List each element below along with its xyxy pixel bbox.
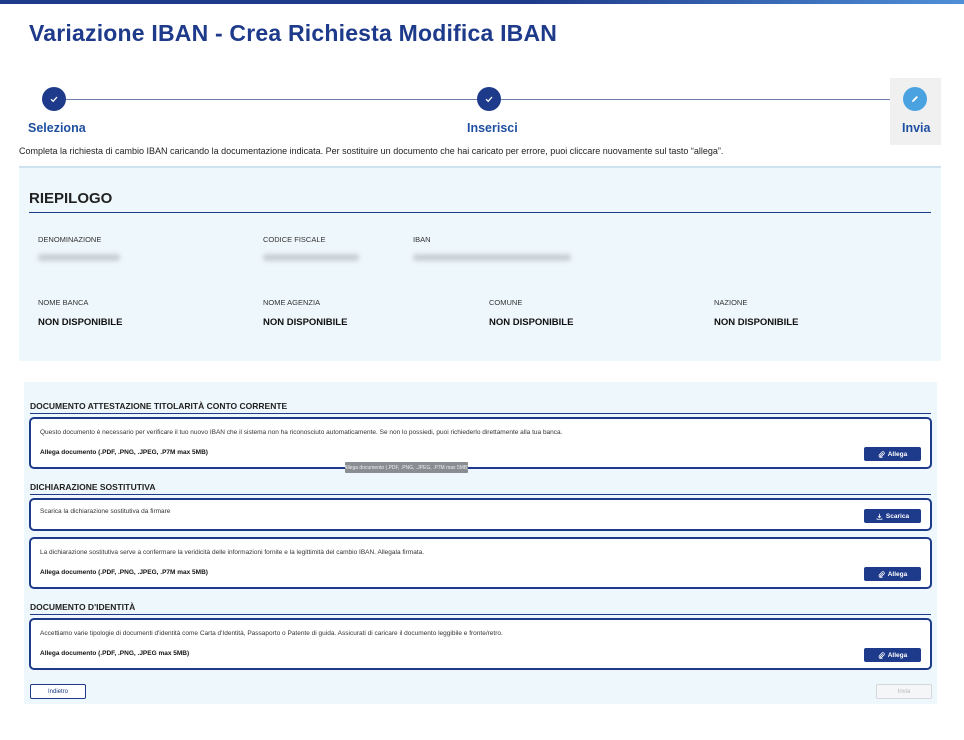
card-allow-dichiarazione: Allega documento (.PDF, .PNG, .JPEG, .P7… — [40, 569, 208, 576]
section-title-identita: DOCUMENTO D'IDENTITÀ — [30, 602, 136, 612]
step-label-invia: Invia — [902, 121, 931, 135]
section-divider-attestazione — [30, 413, 931, 414]
field-value-nome-agenzia: NON DISPONIBILE — [263, 317, 348, 328]
field-label-codice-fiscale: CODICE FISCALE — [263, 235, 326, 244]
card-desc-dichiarazione: La dichiarazione sostitutiva serve a con… — [40, 549, 425, 556]
card-scarica-dichiarazione: Scarica la dichiarazione sostitutiva da … — [29, 498, 932, 531]
stepper-line-1 — [66, 99, 478, 100]
allega-label: Allega — [887, 651, 908, 659]
summary-panel: RIEPILOGO DENOMINAZIONE CODICE FISCALE I… — [19, 166, 941, 361]
card-desc-attestazione: Questo documento è necessario per verifi… — [40, 429, 563, 436]
allega-identita-button[interactable]: Allega — [864, 648, 921, 662]
allega-tooltip: Allega documento (.PDF, .PNG, .JPEG, .P7… — [345, 462, 468, 473]
paperclip-icon — [878, 450, 885, 458]
card-desc-scarica: Scarica la dichiarazione sostitutiva da … — [40, 508, 171, 515]
card-allow-attestazione: Allega documento (.PDF, .PNG, .JPEG, .P7… — [40, 449, 208, 456]
step-3-pencil-icon — [903, 87, 927, 111]
field-label-comune: COMUNE — [489, 298, 523, 307]
allega-attestazione-button[interactable]: Allega — [864, 447, 921, 461]
step-label-inserisci: Inserisci — [467, 121, 518, 135]
allega-dichiarazione-button[interactable]: Allega — [864, 567, 921, 581]
top-accent-bar — [0, 0, 964, 4]
paperclip-icon — [878, 570, 885, 578]
card-identita: Accettiamo varie tipologie di documenti … — [29, 618, 932, 670]
field-value-codice-fiscale-redacted — [263, 254, 359, 261]
page-title: Variazione IBAN - Crea Richiesta Modific… — [29, 20, 558, 46]
card-allow-identita: Allega documento (.PDF, .PNG, .JPEG max … — [40, 650, 190, 657]
stepper-line-2 — [500, 99, 903, 100]
card-dichiarazione: La dichiarazione sostitutiva serve a con… — [29, 537, 932, 589]
documents-panel: DOCUMENTO ATTESTAZIONE TITOLARITÀ CONTO … — [24, 382, 937, 704]
section-divider-dichiarazione — [30, 494, 931, 495]
indietro-button[interactable]: Indietro — [30, 684, 86, 699]
step-label-seleziona: Seleziona — [28, 121, 86, 135]
section-title-attestazione: DOCUMENTO ATTESTAZIONE TITOLARITÀ CONTO … — [30, 401, 288, 411]
field-value-comune: NON DISPONIBILE — [489, 317, 574, 328]
allega-label: Allega — [887, 450, 908, 458]
scarica-label: Scarica — [885, 512, 910, 520]
allega-label: Allega — [887, 570, 908, 578]
field-label-iban: IBAN — [413, 235, 431, 244]
summary-divider — [29, 212, 931, 213]
field-label-nazione: NAZIONE — [714, 298, 748, 307]
step-2-check-icon — [477, 87, 501, 111]
intro-text: Completa la richiesta di cambio IBAN car… — [19, 146, 724, 156]
invia-button[interactable]: Invia — [876, 684, 932, 699]
section-title-dichiarazione: DICHIARAZIONE SOSTITUTIVA — [30, 482, 156, 492]
field-value-denominazione-redacted — [38, 254, 120, 261]
scarica-dichiarazione-button[interactable]: Scarica — [864, 509, 921, 523]
field-value-nazione: NON DISPONIBILE — [714, 317, 799, 328]
field-label-nome-agenzia: NOME AGENZIA — [263, 298, 321, 307]
field-value-iban-redacted — [413, 254, 571, 261]
field-label-denominazione: DENOMINAZIONE — [38, 235, 102, 244]
card-attestazione: Questo documento è necessario per verifi… — [29, 417, 932, 469]
summary-title: RIEPILOGO — [29, 190, 113, 207]
download-icon — [876, 513, 883, 520]
card-desc-identita: Accettiamo varie tipologie di documenti … — [40, 630, 503, 637]
paperclip-icon — [878, 651, 885, 659]
section-divider-identita — [30, 614, 931, 615]
field-label-nome-banca: NOME BANCA — [38, 298, 89, 307]
step-1-check-icon — [42, 87, 66, 111]
field-value-nome-banca: NON DISPONIBILE — [38, 317, 123, 328]
